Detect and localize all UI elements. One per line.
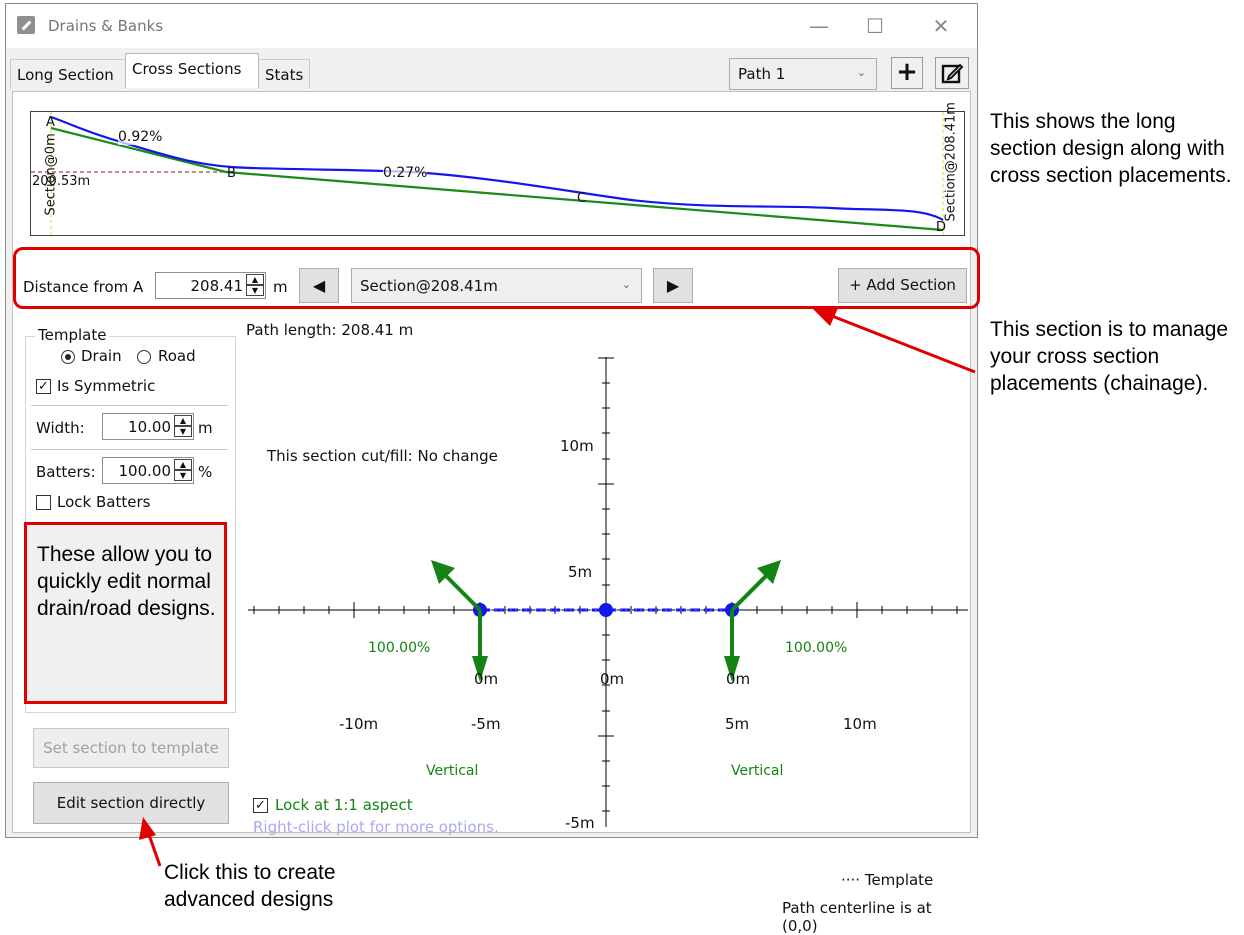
path-select[interactable]: Path 1 ⌄ [729,58,877,90]
right-batter-label: 100.00% [785,640,848,656]
symmetric-checkbox[interactable]: ✓ [36,379,51,394]
section-manage-callout: This section is to manage your cross sec… [990,318,1229,395]
template-group-label: Template [35,326,110,344]
add-path-button[interactable]: + [891,57,923,89]
width-stepper[interactable]: ▲ ▼ [174,415,192,438]
start-section-marker: Section@0m [43,133,59,216]
batters-label: Batters: [36,463,96,481]
tab-long-section[interactable]: Long Section [10,59,126,89]
width-label: Width: [36,419,85,437]
x-tick-label: -10m [339,715,379,733]
lock-aspect-label: Lock at 1:1 aspect [275,796,413,814]
template-legend: ···· Template [841,871,934,889]
batters-input[interactable]: 100.00 ▲ ▼ [102,457,194,484]
grade-label-2: 0.27% [383,165,428,181]
minimize-button[interactable]: — [802,10,836,42]
point-b-label: B [227,166,236,181]
elevation-label: 200.53m [32,174,91,189]
title-bar: Drains & Banks — ☐ ✕ [6,4,977,48]
x-tick-label: 10m [843,715,877,733]
tab-cross-sections[interactable]: Cross Sections [125,53,259,88]
width-input[interactable]: 10.00 ▲ ▼ [102,413,194,440]
width-unit: m [198,419,213,437]
lock-aspect-checkbox[interactable]: ✓ [253,798,268,813]
lock-batters-label: Lock Batters [57,493,151,511]
lock-batters-checkbox[interactable] [36,495,51,510]
batters-value: 100.00 [118,462,172,480]
symmetric-label: Is Symmetric [57,377,156,395]
cross-section-plot[interactable]: This section cut/fill: No change 10m 5m … [243,342,968,935]
point-d-label: D [936,220,947,235]
point-c-label: C [577,191,587,206]
width-value: 10.00 [128,418,171,436]
path-length-label: Path length: 208.41 m [246,321,414,339]
x-tick-label: 5m [725,715,750,733]
y-tick-label: 10m [560,437,594,455]
point-a-label: A [46,115,55,130]
cut-fill-label: This section cut/fill: No change [267,447,498,465]
edit-section-directly-button[interactable]: Edit section directly [33,782,229,824]
point-offset-label: 0m [726,670,751,688]
x-tick-label: -5m [471,715,501,733]
long-section-plot[interactable]: A 0.92% B 0.27% C D 200.53m Section@0m S… [30,102,965,236]
window-title: Drains & Banks [48,17,164,35]
edit-icon [941,63,964,84]
edit-path-button[interactable] [935,57,969,89]
plus-icon: + [896,57,918,87]
grade-label-1: 0.92% [118,129,163,145]
end-section-marker: Section@208.41m [943,102,959,222]
advanced-design-callout: Click this to create advanced designs [164,861,336,911]
right-vertical-label: Vertical [731,763,784,779]
road-radio-label: Road [158,347,196,365]
section-controls-highlight [13,247,980,309]
cross-sections-panel: A 0.92% B 0.27% C D 200.53m Section@0m S… [12,91,971,935]
left-vertical-label: Vertical [426,763,479,779]
set-section-to-template-button[interactable]: Set section to template [33,728,229,768]
template-callout-text: These allow you to quickly edit normal d… [37,543,216,620]
drain-radio[interactable] [61,350,75,364]
maximize-button[interactable]: ☐ [858,10,892,42]
drains-banks-window: Drains & Banks — ☐ ✕ Long Section Cross … [5,3,978,935]
app-icon [17,16,35,34]
drain-radio-label: Drain [81,347,122,365]
point-offset-label: 0m [474,670,499,688]
y-tick-label: 5m [568,563,593,581]
point-offset-label: 0m [600,670,625,688]
y-tick-label: -5m [565,814,595,832]
long-section-callout: This shows the long section design along… [990,110,1232,187]
close-button[interactable]: ✕ [924,10,958,42]
chevron-down-icon: ⌄ [856,66,866,79]
divider [31,449,228,450]
tab-stats[interactable]: Stats [258,59,310,89]
path-select-value: Path 1 [738,65,786,83]
left-batter-label: 100.00% [368,640,431,656]
batters-unit: % [198,463,213,481]
right-click-hint: Right-click plot for more options. [253,818,499,836]
road-radio[interactable] [137,350,151,364]
batters-stepper[interactable]: ▲ ▼ [174,459,192,482]
divider [31,405,228,406]
